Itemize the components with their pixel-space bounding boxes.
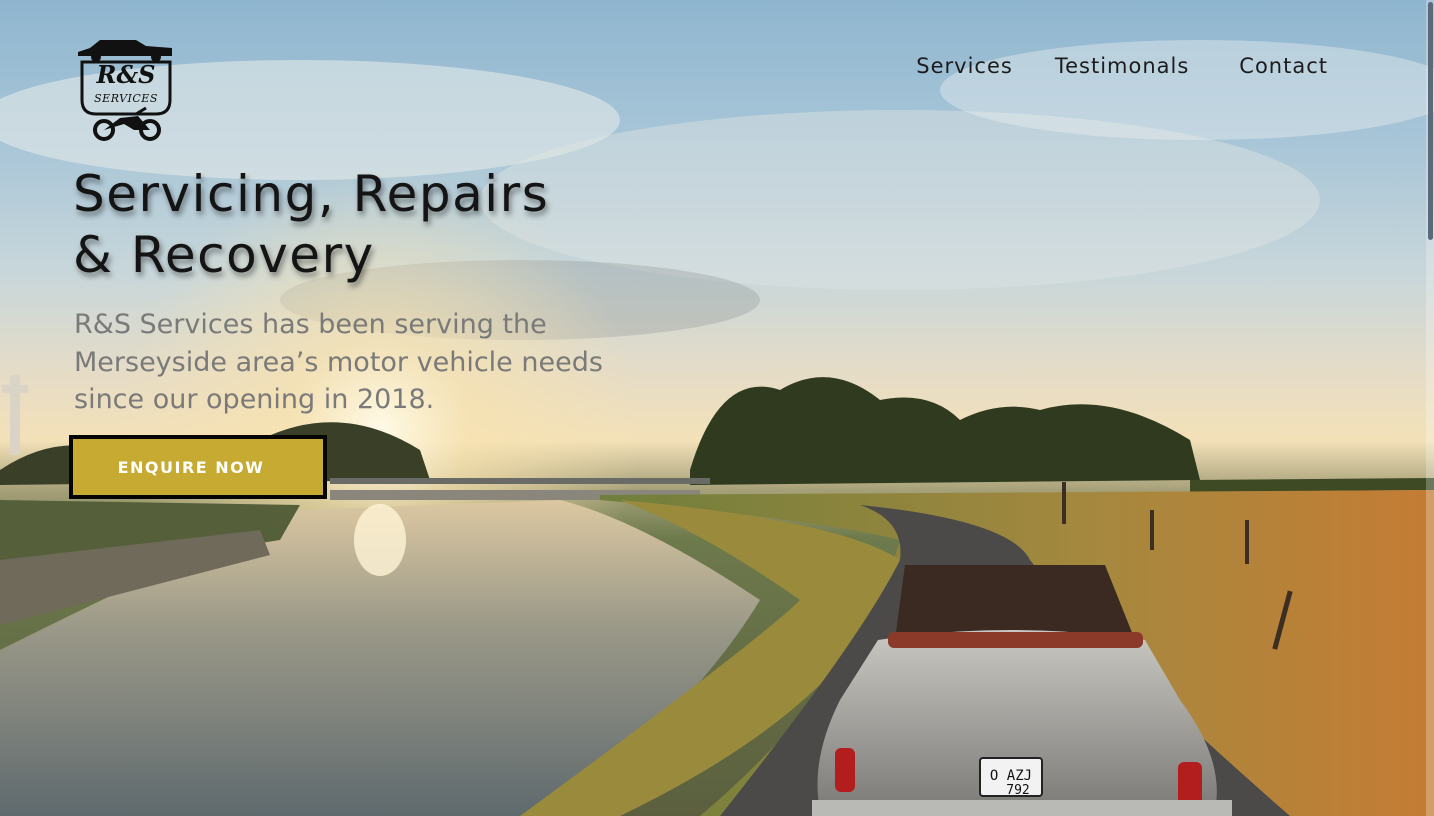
hero-section: O AZJ 792 R&S SERVICES Services Testimon…	[0, 0, 1434, 816]
hero-description: R&S Services has been serving the Mersey…	[74, 309, 603, 415]
site-logo[interactable]: R&S SERVICES	[76, 34, 176, 142]
hero-headline-line-1: Servicing, Repairs	[73, 165, 550, 223]
svg-text:792: 792	[1006, 783, 1029, 798]
nav-link-testimonials[interactable]: Testimonals	[1055, 54, 1189, 78]
logo-text-sub: SERVICES	[94, 92, 158, 105]
hero-headline-line-2: & Recovery	[73, 226, 375, 284]
nav-link-services[interactable]: Services	[916, 54, 1013, 78]
scrollbar-thumb[interactable]	[1428, 2, 1433, 240]
logo-text-main: R&S	[96, 60, 156, 89]
page-scrollbar[interactable]	[1426, 0, 1434, 816]
hero-headline: Servicing, Repairs & Recovery	[73, 164, 633, 286]
main-nav: Services Testimonals Contact	[916, 54, 1328, 78]
enquire-now-button[interactable]: ENQUIRE NOW	[69, 435, 327, 499]
svg-text:O AZJ: O AZJ	[990, 768, 1032, 784]
nav-link-contact[interactable]: Contact	[1239, 54, 1328, 78]
